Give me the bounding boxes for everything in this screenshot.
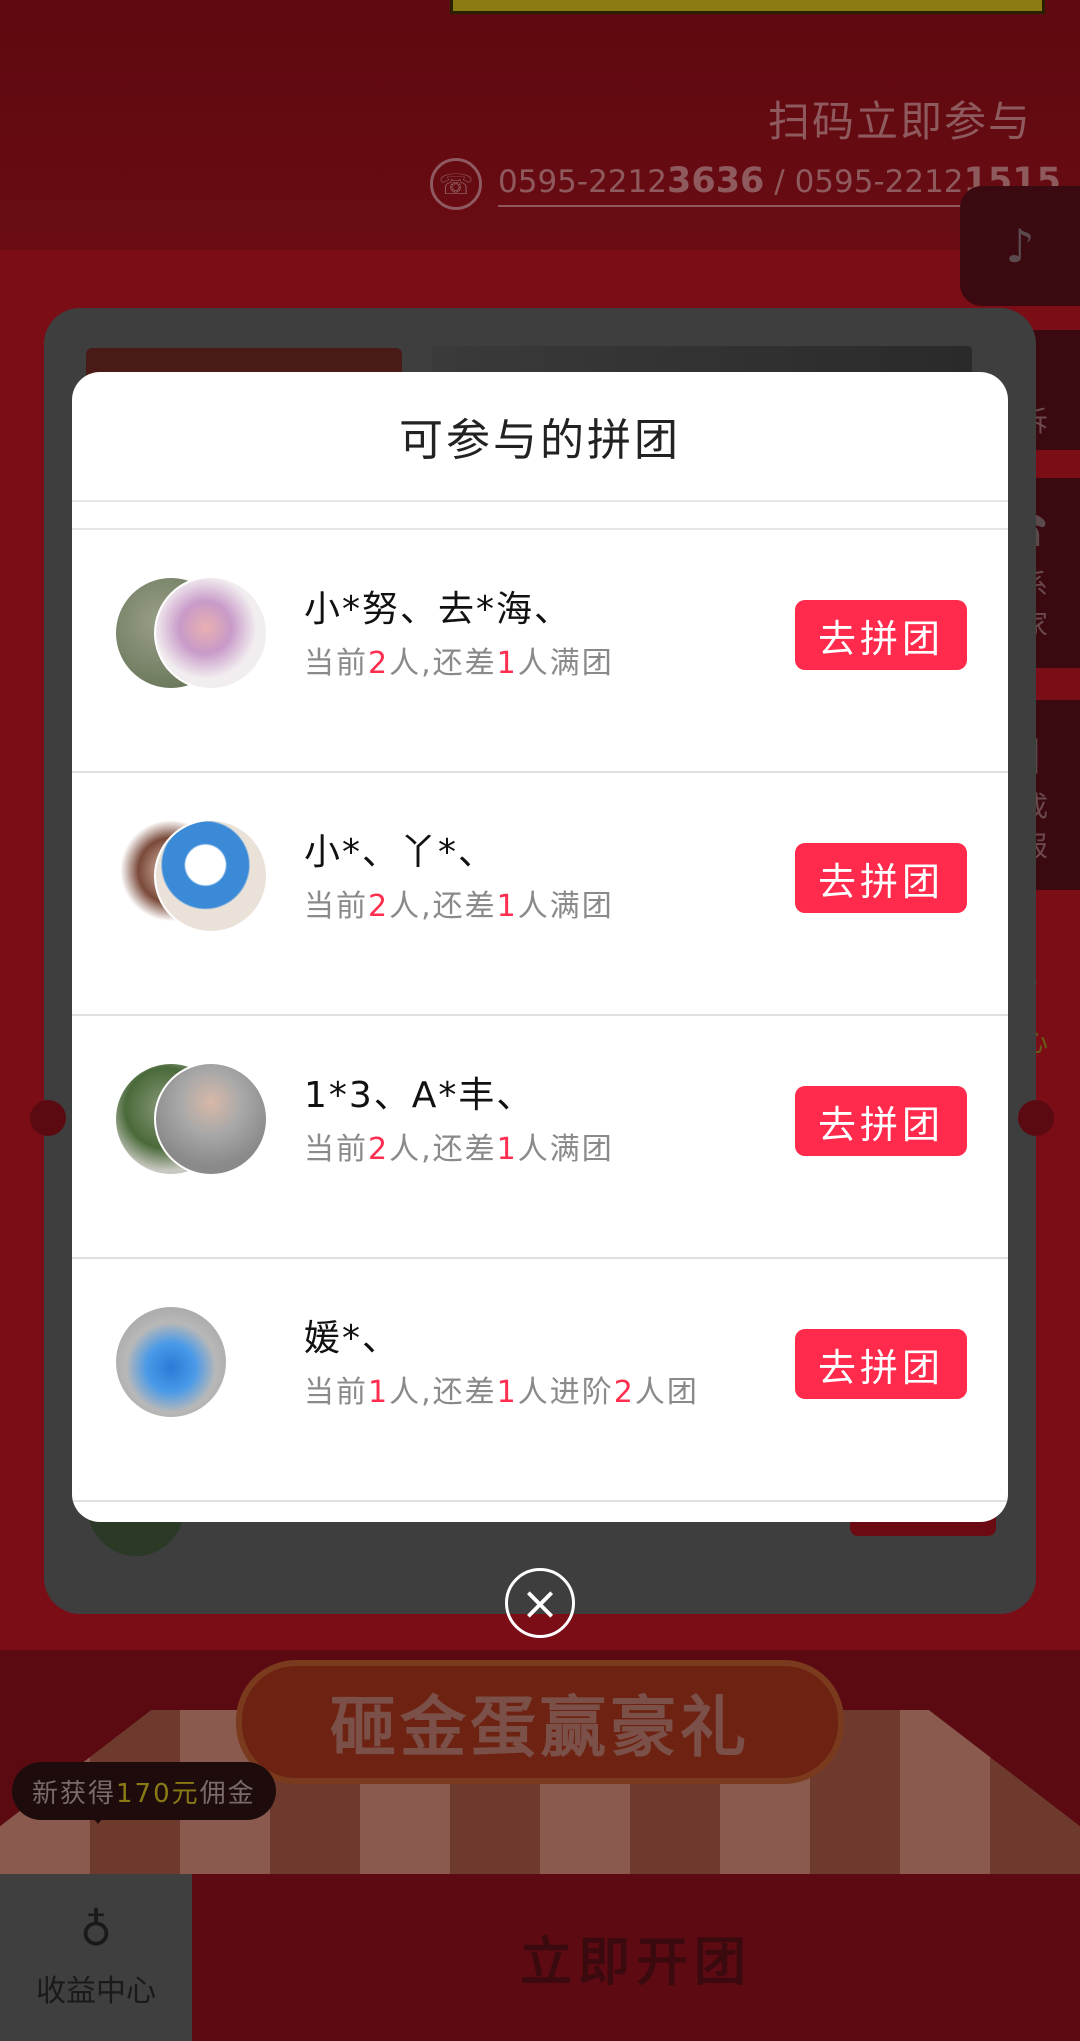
commission-suffix: 佣金 — [199, 1778, 256, 1809]
group-row: 1*3、A*丰、 当前2人,还差1人满团 去拼团 — [72, 1016, 1008, 1259]
bottom-bar: ♁ 收益中心 立即开团 — [0, 1874, 1080, 2041]
commission-prefix: 新获得 — [32, 1778, 117, 1809]
group-row: 小*努、去*海、 当前2人,还差1人满团 去拼团 — [72, 530, 1008, 773]
avatar-stack — [114, 1305, 274, 1423]
income-center-label: 收益中心 — [36, 1974, 156, 2009]
group-status: 当前2人,还差1人满团 — [304, 1132, 614, 1167]
modal-title: 可参与的拼团 — [399, 415, 681, 466]
join-group-button[interactable]: 去拼团 — [795, 600, 967, 670]
member-names: 媛*、 — [304, 1318, 401, 1359]
member-names: 1*3、A*丰、 — [304, 1075, 535, 1116]
scan-to-join-text: 扫码立即参与 — [767, 97, 1032, 146]
commission-toast: 新获得 170元 佣金 — [12, 1762, 276, 1824]
commission-amount: 170元 — [116, 1778, 200, 1809]
member-names: 小*努、去*海、 — [304, 589, 573, 630]
group-row: 小*、丫*、 当前2人,还差1人满团 去拼团 — [72, 773, 1008, 1016]
avatar-stack — [114, 819, 274, 937]
music-icon: ♪ — [1005, 219, 1035, 273]
avatar — [154, 576, 268, 690]
smash-egg-banner[interactable]: 砸金蛋赢豪礼 — [236, 1660, 844, 1784]
group-row: 媛*、 当前1人,还差1人进阶2人团 去拼团 — [72, 1259, 1008, 1502]
member-names: 小*、丫*、 — [304, 832, 497, 873]
join-group-button[interactable]: 去拼团 — [795, 1329, 967, 1399]
avatar — [154, 1062, 268, 1176]
joinable-groups-modal: 可参与的拼团 小*努、去*海、 当前2人,还差1人满团 去拼团 小*、丫*、 当… — [72, 372, 1008, 1522]
phone-prefix-1: 0595-2212 — [498, 164, 667, 200]
avatar — [154, 819, 268, 933]
phone-sep: / — [764, 164, 795, 200]
join-group-button[interactable]: 去拼团 — [795, 1086, 967, 1156]
card-notch-left — [30, 1100, 66, 1136]
group-status: 当前2人,还差1人满团 — [304, 646, 614, 681]
close-icon[interactable]: × — [505, 1568, 575, 1638]
start-group-button[interactable]: 立即开团 — [192, 1874, 1080, 2041]
phone-prefix-2: 0595-2212 — [794, 164, 964, 200]
phone-bold-1: 3636 — [666, 161, 765, 201]
group-status: 当前1人,还差1人进阶2人团 — [304, 1375, 699, 1410]
avatar-stack — [114, 576, 274, 694]
money-bag-icon: ♁ — [79, 1905, 113, 1956]
income-center-button[interactable]: ♁ 收益中心 — [0, 1874, 192, 2041]
avatar — [114, 1305, 228, 1419]
avatar-stack — [114, 1062, 274, 1180]
group-status: 当前2人,还差1人满团 — [304, 889, 614, 924]
divider — [72, 500, 1008, 530]
card-notch-right — [1018, 1100, 1054, 1136]
phone-icon: ☏ — [430, 158, 482, 210]
music-button[interactable]: ♪ — [960, 186, 1080, 306]
join-group-button[interactable]: 去拼团 — [795, 843, 967, 913]
top-banner — [450, 0, 1045, 14]
